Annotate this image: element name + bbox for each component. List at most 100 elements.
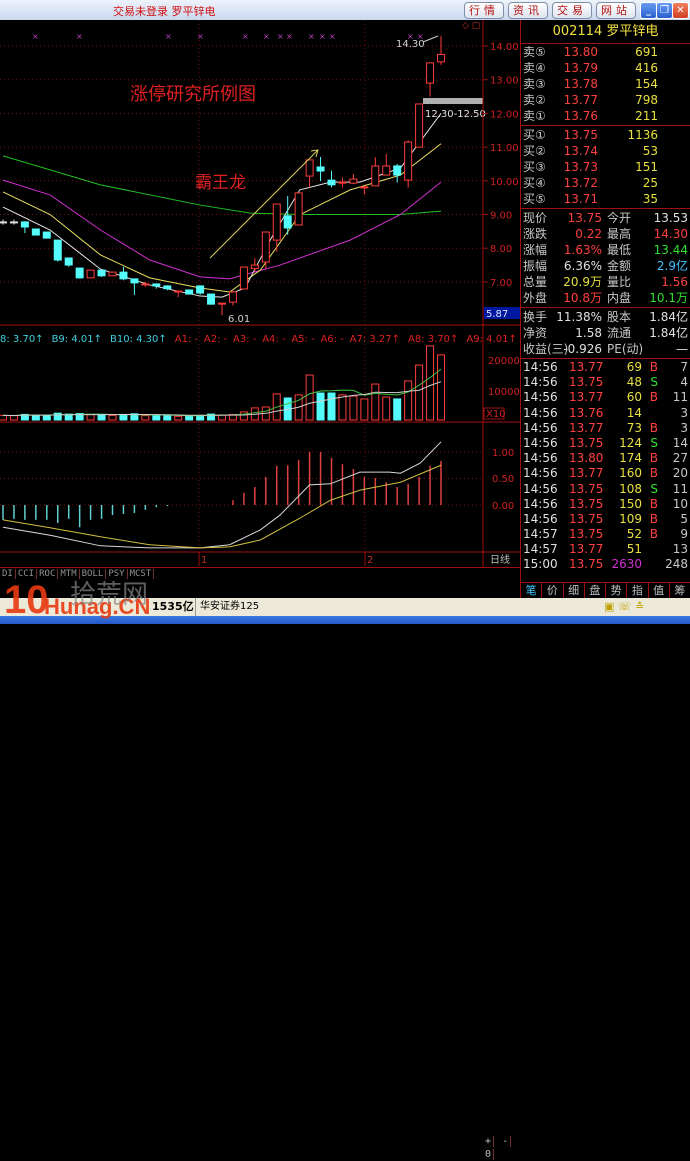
ask-row: 卖④ 13.79 416 [521,60,690,76]
bid-row-cell: 13.72 [563,176,598,190]
stat-row-cell: 涨跌 [523,227,548,241]
ask-list: 卖⑤ 13.80 691 卖④ 13.79 416 卖③ 13.78 154 卖② 13.77 798… [521,44,690,124]
stock-header: 002114 罗平锌电 [521,20,690,44]
volume-bar [404,380,413,421]
nav-button-website[interactable]: 网站 [596,2,636,19]
tick-row-cell: 14 [626,405,642,420]
candle [404,140,413,188]
bid-list: 买① 13.75 1136 买② 13.74 53 买③ 13.73 151 买④ 13.72 25 买… [521,127,690,207]
tick-row-cell: 14:56 [523,360,558,374]
stat-row: 涨跌 0.22 最高 14.30 [521,226,690,242]
kline-chart[interactable]: × × × × × × × × × × × × × 涨停研究所例图 霸王龙 12.30-12.50 14… [0,20,520,567]
tick-row-cell: 150 [619,496,642,511]
tick-list[interactable]: 14:56 13.77 69 B 7 14:56 13.75 48 S 4 14:56 13.77 60… [521,360,690,573]
ask-row-cell: 卖② [523,93,546,107]
detail-tab[interactable]: 值 [649,583,670,598]
volume-bar [360,398,369,421]
stat-row-cell: -0.926 [563,342,602,356]
stat-row-cell: 1.84亿 [649,326,688,340]
indicator-tab[interactable]: DI [0,569,16,579]
volume-bar [42,414,51,421]
stat-row: 振幅 6.36% 金额 2.9亿 [521,258,690,274]
stat-row: 外盘 10.8万 内盘 10.1万 [521,290,690,306]
tick-row-cell: 14:57 [523,527,558,542]
signal-mark: × [76,32,83,41]
candle [250,258,259,272]
candle [305,159,314,188]
candle [86,269,95,279]
tick-row: 14:56 13.77 160 B 20 [521,466,690,481]
tick-row-cell: S [650,435,658,450]
stat-row-cell: 净资 [523,326,548,340]
stat-row-cell: 20.9万 [563,275,602,289]
candle [130,278,139,296]
price-axis: 14.00 13.00 12.00 11.00 10.00 9.00 8.00 7.00 [483,42,519,289]
stat-row: 净资 1.58 流通 1.84亿 [521,325,690,341]
indicator-tab[interactable]: CCI [15,569,38,579]
indicator-tab[interactable]: ROC [37,569,59,579]
candle [31,228,40,236]
volume-legend: 8: 3.70↑ B9: 4.01↑ B10: 4.30↑ A1: - A2: - A3:… [0,334,520,345]
quote-panel: 002114 罗平锌电 卖⑤ 13.80 691 卖④ 13.79 416 卖③ 13.78 1… [520,20,690,598]
zoom-reset-button[interactable]: 0 [483,1149,495,1160]
date-label: 2 [367,555,373,566]
detail-tab[interactable]: 笔 [521,583,543,598]
signal-mark: × [242,32,249,41]
candle [0,219,7,225]
tick-row-cell: 14:56 [523,375,558,390]
tick-row: 15:00 13.75 2630 248 [521,557,690,572]
tick-row-cell: 14:57 [523,542,558,557]
nav-button-news[interactable]: 资讯 [508,2,548,19]
restore-icon[interactable]: ❐ [656,2,673,19]
bid-row: 买① 13.75 1136 [521,127,690,143]
tick-row-cell: 13.77 [569,466,604,481]
detail-tab[interactable]: 指 [627,583,649,598]
tick-row-cell: 4 [680,375,688,390]
signal-mark: × [329,32,336,41]
detail-tab[interactable]: 细 [564,583,585,598]
tick-row-cell: 14:56 [523,390,558,405]
volume-bar [382,396,391,421]
macd-tick: 1.00 [492,448,514,459]
tick-row-cell: 13.75 [569,557,604,572]
ask-row-cell: 691 [635,45,658,59]
detail-tab[interactable]: 价 [542,583,564,598]
stat-row-cell: 流通 [607,326,632,340]
candle [64,257,73,267]
cursor-price: 5.87 [486,309,508,320]
tick-row-cell: 60 [626,390,642,405]
volume-bar [437,354,445,421]
ask-row-cell: 13.80 [563,45,598,59]
diamond-icon[interactable]: ◇ ▢ [462,21,480,31]
tick-row-cell: 9 [680,527,688,542]
tick-row-cell: 124 [619,435,642,450]
tick-row: 14:56 13.77 60 B 11 [521,390,690,405]
zoom-out-button[interactable]: - [500,1136,512,1147]
ask-row-cell: 13.76 [563,109,598,123]
price-tick: 9.00 [490,211,512,222]
indicator-tab[interactable]: MCST [127,569,155,579]
bid-row: 买④ 13.72 25 [521,175,690,191]
close-icon[interactable]: ✕ [672,2,689,19]
indicator-tab[interactable]: BOLL [79,569,107,579]
bid-row-cell: 1136 [627,128,658,142]
detail-tab[interactable]: 筹 [670,583,690,598]
candle [239,266,248,290]
detail-tab[interactable]: 盘 [585,583,606,598]
stat-row-cell: 2.9亿 [656,259,688,273]
tick-row: 14:56 13.75 109 B 5 [521,512,690,527]
indicator-tab[interactable]: MTM [58,569,80,579]
detail-tab[interactable]: 势 [606,583,628,598]
period-label[interactable]: 日线 [490,553,510,566]
high-pointer [422,35,439,43]
stat-row: 换手 11.38% 股本 1.84亿 [521,309,690,325]
nav-button-market[interactable]: 行情 [464,2,504,19]
nav-button-trade[interactable]: 交易 [552,2,592,19]
minimize-icon[interactable]: _ [640,2,657,19]
price-tick: 14.00 [490,42,519,53]
zoom-in-button[interactable]: + [483,1136,495,1147]
date-label: 1 [201,555,207,566]
stat-row-cell: 0.22 [575,227,602,241]
indicator-tab[interactable]: PSY [106,569,128,579]
tick-row-cell: 13.76 [569,405,604,420]
